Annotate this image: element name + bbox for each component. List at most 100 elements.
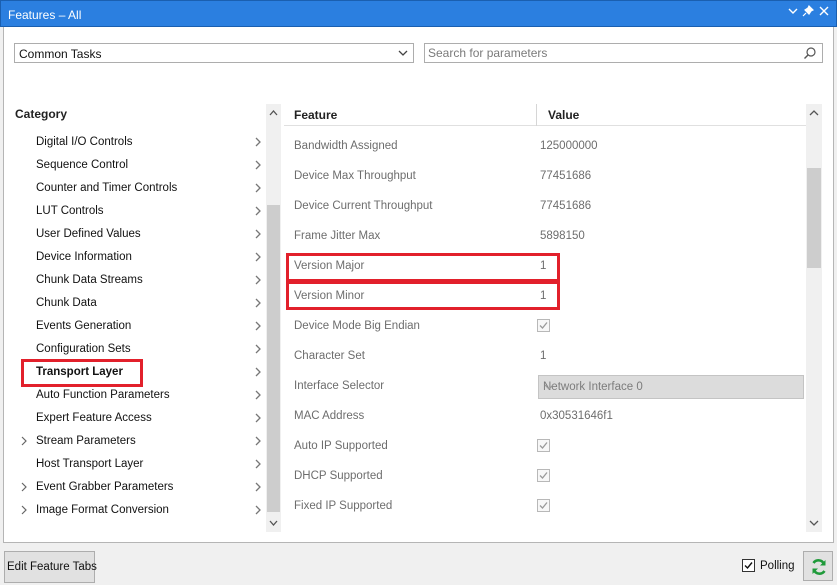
feature-value: 1 [540, 350, 547, 362]
scroll-up-icon[interactable] [268, 107, 279, 119]
chevron-right-icon [253, 365, 263, 379]
feature-name: Device Max Throughput [294, 170, 416, 182]
chevron-down-icon [396, 45, 410, 61]
category-item-label: LUT Controls [36, 205, 104, 217]
feature-row[interactable]: MAC Address 0x30531646f1 [284, 402, 806, 432]
category-item[interactable]: Chunk Data [14, 293, 266, 315]
combo-value: Network Interface 0 [543, 381, 643, 393]
category-item[interactable]: Stream Parameters [14, 431, 266, 453]
feature-value: 77451686 [540, 170, 592, 182]
chevron-right-icon [253, 503, 263, 517]
search-input[interactable] [428, 45, 788, 61]
edit-feature-tabs-button[interactable]: Edit Feature Tabs [4, 551, 97, 583]
category-item-label: Device Information [36, 251, 132, 263]
pin-icon[interactable] [801, 4, 815, 21]
scroll-up-icon[interactable] [808, 107, 820, 119]
chevron-right-icon [253, 434, 263, 448]
refresh-button[interactable] [803, 551, 833, 581]
category-item[interactable]: LUT Controls [14, 201, 266, 223]
feature-value: 0x30531646f1 [540, 410, 613, 422]
feature-name: Character Set [294, 350, 365, 362]
category-item[interactable]: Image Format Conversion [14, 500, 266, 522]
scroll-down-icon[interactable] [808, 517, 820, 529]
feature-row[interactable]: Auto IP Supported [284, 432, 806, 462]
feature-row[interactable]: Device Current Throughput 77451686 [284, 192, 806, 222]
category-item[interactable]: Host Transport Layer [14, 454, 266, 476]
feature-checkbox[interactable] [537, 319, 550, 332]
feature-scrollbar[interactable] [806, 104, 822, 532]
polling-checkbox[interactable] [742, 559, 755, 572]
chevron-right-icon [253, 135, 263, 149]
category-item[interactable]: Configuration Sets [14, 339, 266, 361]
category-item[interactable]: Chunk Data Streams [14, 270, 266, 292]
category-item[interactable]: Events Generation [14, 316, 266, 338]
expand-arrow-icon[interactable] [20, 504, 28, 516]
feature-name: DHCP Supported [294, 470, 383, 482]
category-item[interactable]: Digital I/O Controls [14, 132, 266, 154]
feature-name: Interface Selector [294, 380, 385, 392]
chevron-right-icon [253, 342, 263, 356]
search-icon[interactable] [803, 46, 817, 60]
feature-value: 5898150 [540, 230, 585, 242]
scrollbar-thumb[interactable] [807, 168, 821, 268]
refresh-icon [809, 557, 829, 580]
category-item-label: User Defined Values [36, 228, 141, 240]
chevron-right-icon [253, 457, 263, 471]
highlight-box-version-major [286, 253, 560, 282]
highlight-box-transport-layer [21, 359, 143, 387]
value-column-header[interactable]: Value [548, 108, 579, 122]
chevron-down-icon [543, 381, 555, 393]
feature-row[interactable]: Device Max Throughput 77451686 [284, 162, 806, 192]
feature-row[interactable]: Character Set 1 [284, 342, 806, 372]
category-item-label: Chunk Data Streams [36, 274, 143, 286]
feature-row[interactable]: Fixed IP Supported [284, 492, 806, 522]
feature-row[interactable]: Device Mode Big Endian [284, 312, 806, 342]
feature-row[interactable]: DHCP Supported [284, 462, 806, 492]
category-scrollbar[interactable] [266, 104, 281, 532]
chevron-right-icon [253, 181, 263, 195]
feature-checkbox[interactable] [537, 469, 550, 482]
edit-button-label: Edit Feature Tabs [7, 561, 97, 573]
feature-name: Fixed IP Supported [294, 500, 393, 512]
chevron-right-icon [253, 204, 263, 218]
feature-column-header[interactable]: Feature [294, 108, 337, 122]
scroll-down-icon[interactable] [268, 517, 279, 529]
interface-selector-combo[interactable]: Network Interface 0 [538, 375, 804, 399]
chevron-right-icon [253, 319, 263, 333]
category-item-label: Image Format Conversion [36, 504, 169, 516]
scrollbar-thumb[interactable] [267, 205, 280, 512]
close-icon[interactable] [817, 5, 831, 21]
category-item[interactable]: Expert Feature Access [14, 408, 266, 430]
feature-checkbox[interactable] [537, 439, 550, 452]
expand-arrow-icon[interactable] [20, 435, 28, 447]
category-item[interactable]: Device Information [14, 247, 266, 269]
chevron-down-icon[interactable] [786, 5, 800, 21]
expand-arrow-icon[interactable] [20, 481, 28, 493]
category-item[interactable]: Auto Function Parameters [14, 385, 266, 407]
feature-table-header: Feature Value [284, 104, 806, 126]
category-item[interactable]: Counter and Timer Controls [14, 178, 266, 200]
feature-row[interactable]: Bandwidth Assigned 125000000 [284, 132, 806, 162]
category-item-label: Configuration Sets [36, 343, 131, 355]
window-title: Features – All [8, 8, 82, 22]
feature-row[interactable]: Frame Jitter Max 5898150 [284, 222, 806, 252]
category-item-label: Host Transport Layer [36, 458, 144, 470]
feature-name: Device Current Throughput [294, 200, 433, 212]
column-separator[interactable] [536, 104, 537, 126]
category-item[interactable]: User Defined Values [14, 224, 266, 246]
category-item[interactable]: Sequence Control [14, 155, 266, 177]
category-set-dropdown[interactable]: Common Tasks [14, 43, 414, 63]
search-box[interactable] [424, 43, 823, 63]
chevron-right-icon [253, 273, 263, 287]
category-item-label: Stream Parameters [36, 435, 136, 447]
chevron-right-icon [253, 158, 263, 172]
category-item[interactable]: Event Grabber Parameters [14, 477, 266, 499]
feature-checkbox[interactable] [537, 499, 550, 512]
title-bar: Features – All [0, 0, 837, 27]
category-item-label: Chunk Data [36, 297, 97, 309]
category-header: Category [15, 107, 68, 121]
feature-name: Frame Jitter Max [294, 230, 381, 242]
chevron-right-icon [253, 388, 263, 402]
category-item-label: Digital I/O Controls [36, 136, 133, 148]
feature-row[interactable]: Interface Selector Network Interface 0 [284, 372, 806, 402]
